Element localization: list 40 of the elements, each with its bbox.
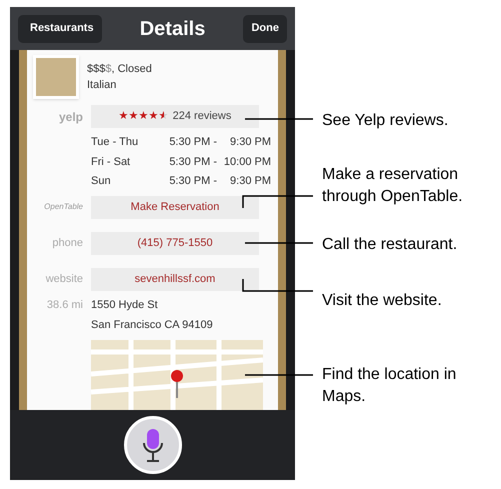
action-button[interactable]: (415) 775-1550: [91, 232, 259, 254]
callout-text: Make a reservation: [322, 165, 460, 185]
callout-text: Maps.: [322, 387, 367, 407]
cuisine: Italian: [87, 78, 118, 93]
address-line: 1550 Hyde St: [91, 298, 159, 312]
field-label: phone: [51, 236, 83, 251]
opening-time: 5:30 PM -: [168, 174, 217, 189]
screen-title: Details: [140, 16, 206, 42]
callout-text: Visit the website.: [322, 291, 442, 311]
hours-days: Sun: [91, 173, 159, 190]
hours-days: Tue - Thu: [91, 134, 159, 150]
leader-line: [245, 374, 313, 376]
opening-time: 5:30 PM -: [168, 135, 217, 150]
back-button[interactable]: Restaurants: [18, 14, 102, 42]
leader-line: [245, 242, 313, 244]
leader-line: [242, 195, 313, 208]
callout-text: Call the restaurant.: [322, 235, 458, 255]
reviews-button[interactable]: ★★★★★ 224 reviews: [91, 105, 259, 128]
field-label: website: [44, 272, 83, 287]
yelp-logo: yelp: [58, 108, 83, 126]
action-button[interactable]: sevenhillssf.com: [91, 268, 259, 290]
hours-days: Fri - Sat: [91, 154, 159, 170]
closing-time: 9:30 PM: [229, 135, 271, 150]
done-button[interactable]: Done: [243, 14, 287, 42]
callout-text: See Yelp reviews.: [322, 111, 448, 131]
distance: 38.6 mi: [46, 298, 83, 312]
callout-text: through OpenTable.: [322, 187, 463, 207]
closing-time: 10:00 PM: [222, 154, 271, 170]
leader-line: [245, 118, 313, 120]
reservation-button[interactable]: Make Reservation: [91, 196, 259, 218]
closing-time: 9:30 PM: [229, 174, 271, 189]
microphone-icon: [142, 428, 164, 462]
price-status: $$$$, Closed: [87, 62, 152, 76]
opentable-logo: OpenTable: [43, 201, 83, 213]
photo-placeholder: [33, 55, 79, 99]
address-line: San Francisco CA 94109: [91, 318, 213, 333]
callout-text: Find the location in: [322, 365, 456, 385]
star-rating: ★★★★★: [118, 108, 169, 125]
leader-line: [242, 279, 313, 292]
opening-time: 5:30 PM -: [168, 154, 217, 170]
